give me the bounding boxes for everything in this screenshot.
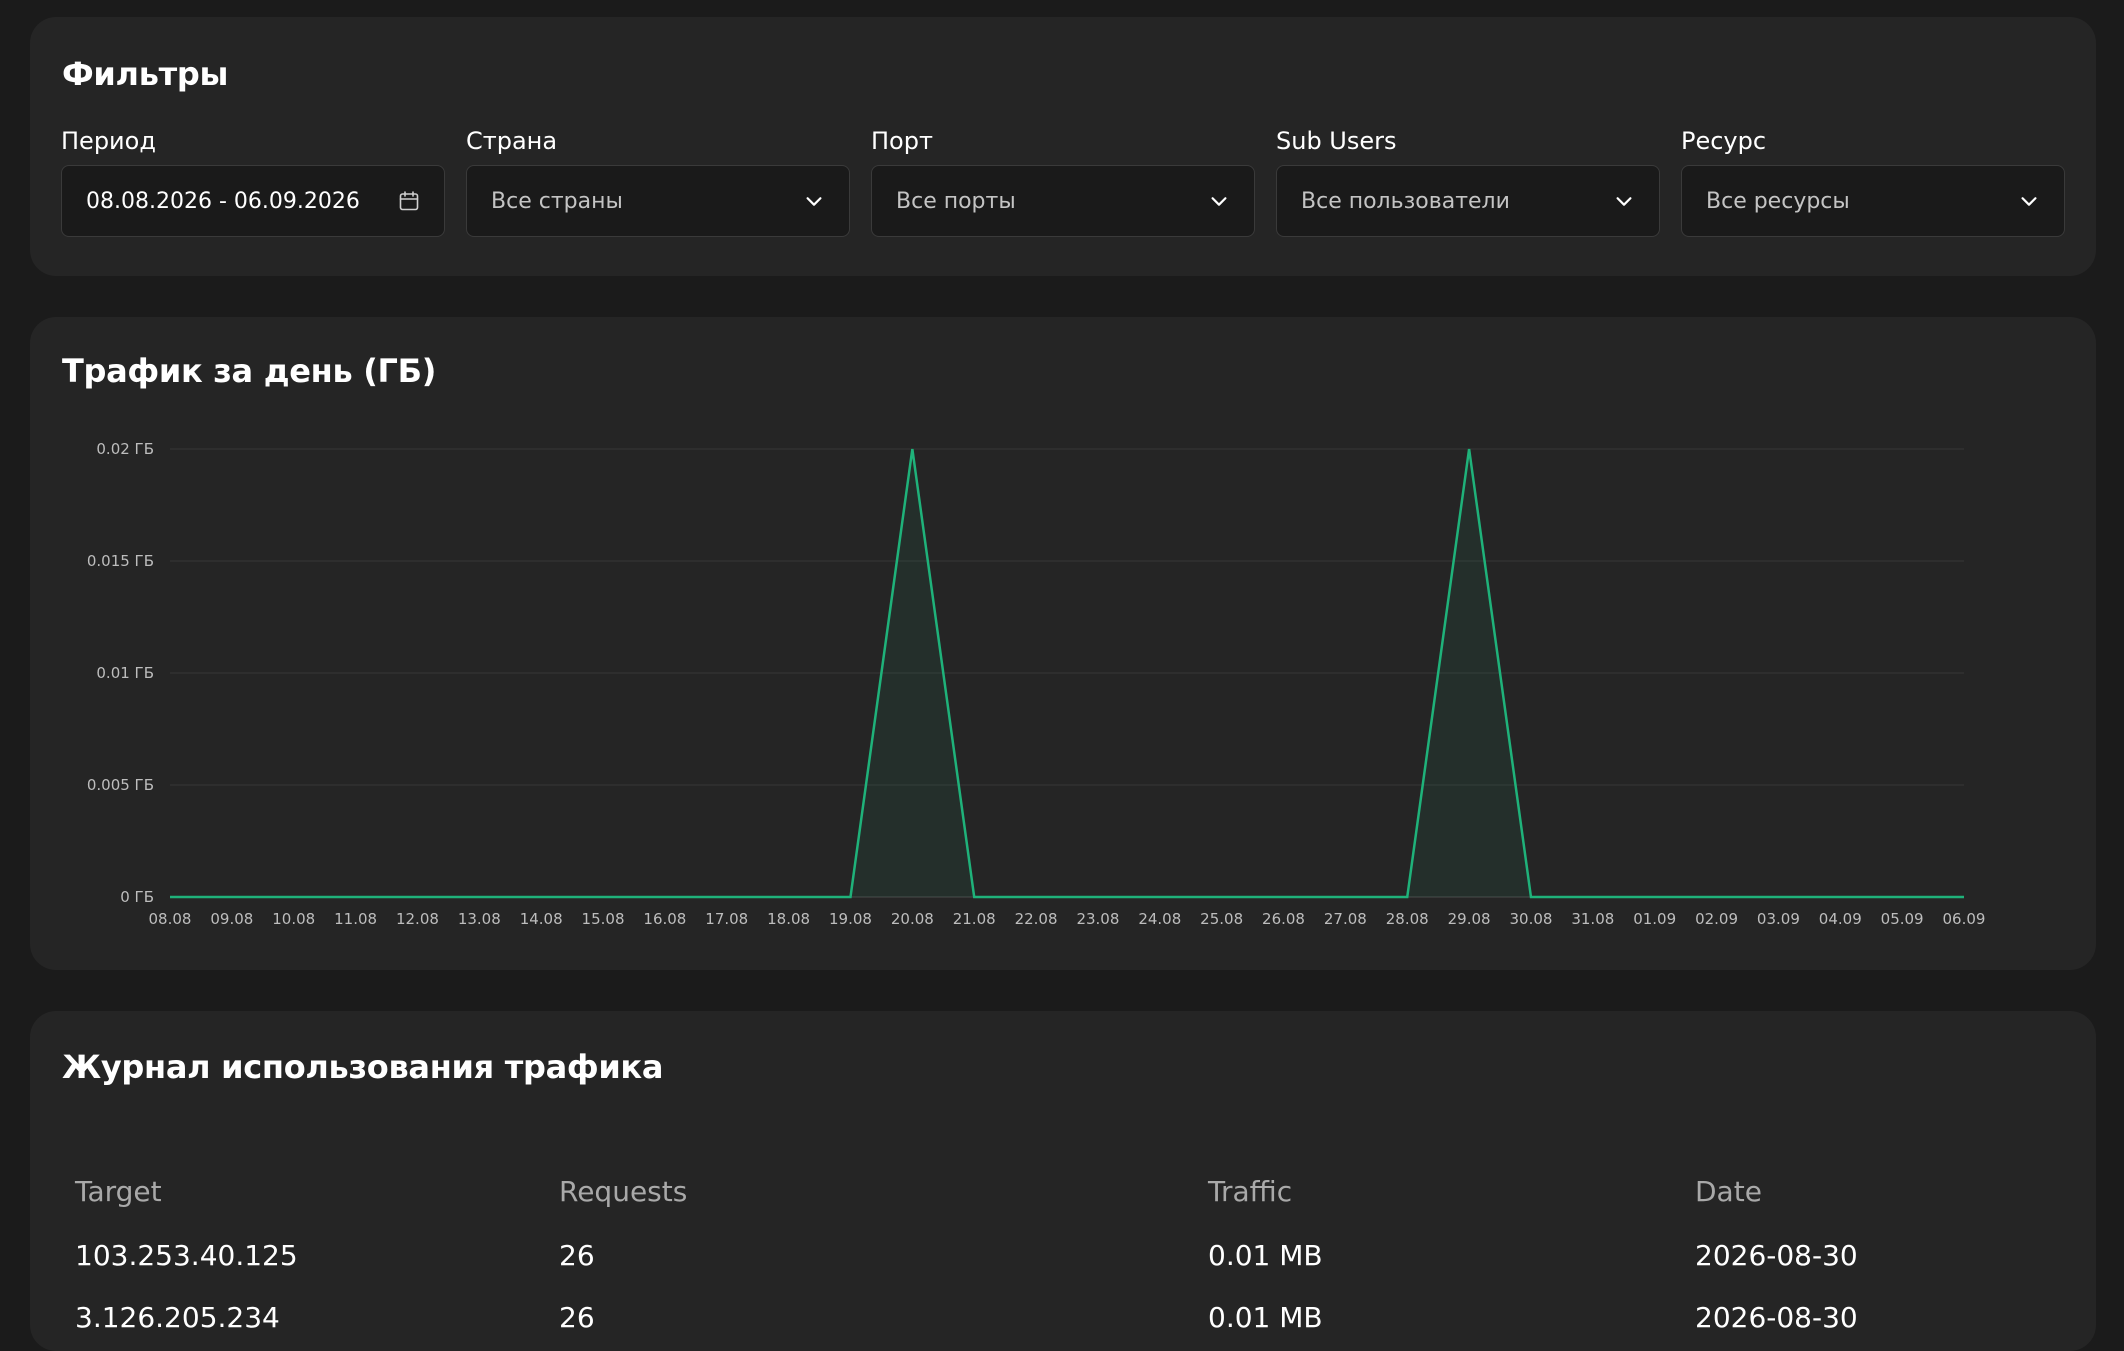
port-value: Все порты xyxy=(896,188,1016,214)
x-tick-label: 17.08 xyxy=(705,910,748,928)
traffic-log-card: Журнал использования трафика Target Requ… xyxy=(30,1011,2096,1351)
port-select[interactable]: Все порты xyxy=(871,165,1255,237)
sub-users-value: Все пользователи xyxy=(1301,188,1510,214)
x-tick-label: 24.08 xyxy=(1138,910,1181,928)
resource-select[interactable]: Все ресурсы xyxy=(1681,165,2065,237)
x-tick-label: 11.08 xyxy=(334,910,377,928)
y-tick-label: 0 ГБ xyxy=(120,888,154,906)
x-tick-label: 01.09 xyxy=(1633,910,1676,928)
x-tick-label: 02.09 xyxy=(1695,910,1738,928)
x-tick-label: 09.08 xyxy=(210,910,253,928)
x-tick-label: 13.08 xyxy=(458,910,501,928)
x-tick-label: 26.08 xyxy=(1262,910,1305,928)
filter-port: Порт Все порты xyxy=(871,127,1255,237)
table-header: Target Requests Traffic Date xyxy=(75,1161,2065,1223)
period-value: 08.08.2026 - 06.09.2026 xyxy=(86,188,360,214)
y-tick-label: 0.015 ГБ xyxy=(87,552,154,570)
filters-card: Фильтры Период 08.08.2026 - 06.09.2026 С… xyxy=(30,17,2096,276)
cell-date: 2026-08-30 xyxy=(1695,1239,1858,1272)
column-header-traffic[interactable]: Traffic xyxy=(1208,1175,1292,1208)
table-row[interactable]: 103.253.40.125 26 0.01 MB 2026-08-30 xyxy=(75,1223,2065,1285)
filter-period: Период 08.08.2026 - 06.09.2026 xyxy=(61,127,445,237)
x-tick-label: 04.09 xyxy=(1819,910,1862,928)
chevron-down-icon xyxy=(2016,188,2042,214)
country-value: Все страны xyxy=(491,188,623,214)
x-tick-label: 28.08 xyxy=(1386,910,1429,928)
x-tick-label: 18.08 xyxy=(767,910,810,928)
x-tick-label: 03.09 xyxy=(1757,910,1800,928)
chevron-down-icon xyxy=(1611,188,1637,214)
y-tick-label: 0.02 ГБ xyxy=(96,440,154,458)
x-tick-label: 10.08 xyxy=(272,910,315,928)
x-tick-label: 12.08 xyxy=(396,910,439,928)
x-tick-label: 20.08 xyxy=(891,910,934,928)
x-tick-label: 05.09 xyxy=(1881,910,1924,928)
filter-resource-label: Ресурс xyxy=(1681,127,1767,155)
x-tick-label: 14.08 xyxy=(520,910,563,928)
filters-title: Фильтры xyxy=(62,55,229,93)
x-tick-label: 15.08 xyxy=(582,910,625,928)
x-tick-label: 21.08 xyxy=(953,910,996,928)
column-header-date[interactable]: Date xyxy=(1695,1175,1762,1208)
x-tick-label: 31.08 xyxy=(1571,910,1614,928)
cell-date: 2026-08-30 xyxy=(1695,1301,1858,1334)
cell-traffic: 0.01 MB xyxy=(1208,1301,1323,1334)
filter-sub-users-label: Sub Users xyxy=(1276,127,1397,155)
x-tick-label: 29.08 xyxy=(1448,910,1491,928)
country-select[interactable]: Все страны xyxy=(466,165,850,237)
x-tick-label: 25.08 xyxy=(1200,910,1243,928)
resource-value: Все ресурсы xyxy=(1706,188,1850,214)
table-row[interactable]: 3.126.205.234 26 0.01 MB 2026-08-30 xyxy=(75,1285,2065,1347)
cell-traffic: 0.01 MB xyxy=(1208,1239,1323,1272)
chart-card: Трафик за день (ГБ) 0 ГБ 0.005 ГБ 0.01 ГБ 0… xyxy=(30,317,2096,970)
x-tick-label: 08.08 xyxy=(149,910,192,928)
filter-resource: Ресурс Все ресурсы xyxy=(1681,127,2065,237)
chevron-down-icon xyxy=(1206,188,1232,214)
cell-requests: 26 xyxy=(559,1301,595,1334)
x-tick-label: 16.08 xyxy=(643,910,686,928)
calendar-icon xyxy=(396,188,422,214)
y-tick-label: 0.01 ГБ xyxy=(96,664,154,682)
x-tick-label: 06.09 xyxy=(1943,910,1986,928)
column-header-target[interactable]: Target xyxy=(75,1175,162,1208)
x-tick-label: 22.08 xyxy=(1015,910,1058,928)
x-tick-label: 30.08 xyxy=(1509,910,1552,928)
cell-target: 3.126.205.234 xyxy=(75,1301,280,1334)
x-tick-label: 19.08 xyxy=(829,910,872,928)
x-tick-label: 27.08 xyxy=(1324,910,1367,928)
y-tick-label: 0.005 ГБ xyxy=(87,776,154,794)
traffic-log-table: Target Requests Traffic Date 103.253.40.… xyxy=(75,1161,2065,1347)
column-header-requests[interactable]: Requests xyxy=(559,1175,687,1208)
filter-sub-users: Sub Users Все пользователи xyxy=(1276,127,1660,237)
filter-country-label: Страна xyxy=(466,127,558,155)
traffic-line-chart: 0 ГБ 0.005 ГБ 0.01 ГБ 0.015 ГБ 0.02 ГБ 08.08 0… xyxy=(87,440,1986,928)
cell-requests: 26 xyxy=(559,1239,595,1272)
filter-period-label: Период xyxy=(61,127,156,155)
x-tick-label: 23.08 xyxy=(1076,910,1119,928)
sub-users-select[interactable]: Все пользователи xyxy=(1276,165,1660,237)
period-date-picker[interactable]: 08.08.2026 - 06.09.2026 xyxy=(61,165,445,237)
filter-country: Страна Все страны xyxy=(466,127,850,237)
log-title: Журнал использования трафика xyxy=(62,1048,664,1086)
cell-target: 103.253.40.125 xyxy=(75,1239,298,1272)
filter-port-label: Порт xyxy=(871,127,933,155)
chevron-down-icon xyxy=(801,188,827,214)
